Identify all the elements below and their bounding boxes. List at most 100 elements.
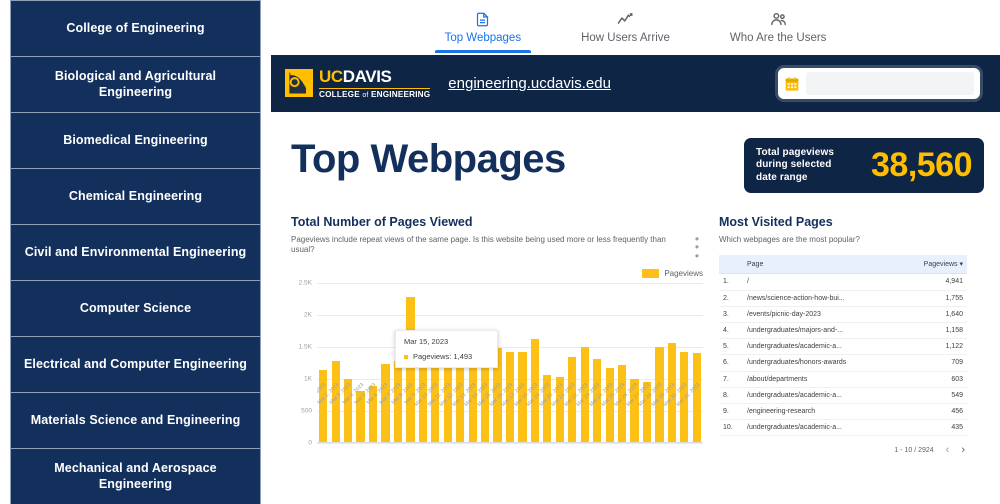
chart-options-menu-icon[interactable]: • • •: [691, 233, 703, 262]
sidebar-item-college-of-engineering[interactable]: College of Engineering: [10, 0, 261, 57]
date-range-picker[interactable]: [778, 68, 980, 99]
cell-rank: 7.: [719, 371, 743, 388]
sidebar-item-chemical-engineering[interactable]: Chemical Engineering: [10, 168, 261, 225]
table-row[interactable]: 9./engineering-research 456: [719, 403, 967, 421]
chart-x-axis-labels: Mar 1, 2023Mar 2, 2023Mar 3, 2023Mar 4, …: [317, 380, 703, 422]
cell-pageviews: 709: [909, 354, 967, 372]
cell-rank: 10.: [719, 419, 743, 437]
cell-rank: 3.: [719, 306, 743, 323]
table-row[interactable]: 1./4,941: [719, 273, 967, 291]
column-header-page[interactable]: Page: [743, 255, 909, 275]
document-icon: [475, 8, 490, 30]
cell-pageviews: 1,755: [909, 290, 967, 307]
pagination-prev-icon[interactable]: ‹: [946, 445, 950, 456]
sidebar-item-biological-and-agricultural-engineering[interactable]: Biological and Agricultural Engineering: [10, 56, 261, 113]
sidebar-item-mechanical-and-aerospace-engineering[interactable]: Mechanical and Aerospace Engineering: [10, 448, 261, 504]
sort-descending-icon: ▾: [959, 261, 963, 269]
cell-page[interactable]: /undergraduates/honors-awards: [743, 354, 909, 372]
chart-x-axis-line: [317, 442, 703, 444]
sidebar-item-civil-and-environmental-engineering[interactable]: Civil and Environmental Engineering: [10, 224, 261, 281]
sidebar-item-electrical-and-computer-engineering[interactable]: Electrical and Computer Engineering: [10, 336, 261, 393]
cell-page[interactable]: /about/departments: [743, 371, 909, 388]
logo-text-engineering: ENGINEERING: [370, 89, 431, 99]
sidebar-item-label: Mechanical and Aerospace Engineering: [54, 460, 217, 491]
cell-pageviews: 549: [909, 387, 967, 404]
y-axis-tick-label: 2K: [304, 311, 312, 319]
site-header-bar: UCDAVIS COLLEGE of ENGINEERING engineeri…: [271, 55, 1000, 112]
table-subtitle: Which webpages are the most popular?: [719, 235, 860, 244]
cell-pageviews: 1,158: [909, 322, 967, 340]
cell-pageviews: 603: [909, 371, 967, 388]
main-content: Top Webpages Total pageviews during sele…: [271, 112, 1000, 504]
tab-who-are-the-users[interactable]: Who Are the Users: [720, 6, 837, 44]
ucdavis-logo-mark: [285, 69, 313, 98]
chart-title: Total Number of Pages Viewed: [291, 215, 473, 229]
sidebar-item-materials-science-and-engineering[interactable]: Materials Science and Engineering: [10, 392, 261, 449]
date-range-field[interactable]: [806, 72, 974, 95]
sidebar-item-label: Biomedical Engineering: [63, 132, 208, 147]
top-tab-bar: Top Webpages How Users Arrive Who Are th…: [271, 0, 1000, 55]
cell-rank: 9.: [719, 403, 743, 421]
cell-page[interactable]: /undergraduates/academic-a...: [743, 387, 909, 404]
sidebar-item-biomedical-engineering[interactable]: Biomedical Engineering: [10, 112, 261, 169]
y-axis-tick-label: 1.5K: [298, 343, 312, 351]
gridline: [317, 443, 703, 445]
most-visited-pages-panel: Most Visited Pages Which webpages are th…: [719, 215, 967, 456]
cell-page[interactable]: /undergraduates/academic-a...: [743, 338, 909, 356]
tab-how-users-arrive[interactable]: How Users Arrive: [571, 6, 680, 44]
table-row[interactable]: 5./undergraduates/academic-a... 1,122: [719, 338, 967, 356]
column-header-pageviews[interactable]: Pageviews ▾: [909, 255, 967, 275]
cell-rank: 5.: [719, 338, 743, 356]
logo-text-of: of: [362, 91, 369, 99]
sidebar-item-label: Computer Science: [79, 300, 192, 315]
pagination-next-icon[interactable]: ›: [961, 445, 965, 456]
table-row[interactable]: 7./about/departments 603: [719, 371, 967, 388]
cell-pageviews: 1,640: [909, 306, 967, 323]
tab-top-webpages[interactable]: Top Webpages: [434, 6, 532, 53]
table-row[interactable]: 4./undergraduates/majors-and-... 1,158: [719, 322, 967, 340]
y-axis-tick-label: 0: [308, 439, 312, 447]
title-row: Top Webpages Total pageviews during sele…: [291, 120, 984, 193]
table-row[interactable]: 3./events/picnic-day-2023 1,640: [719, 306, 967, 323]
ucdavis-logo[interactable]: UCDAVIS COLLEGE of ENGINEERING: [285, 68, 431, 99]
people-icon: [769, 8, 788, 30]
chart-legend: Pageviews: [291, 269, 703, 279]
cell-page[interactable]: /undergraduates/majors-and-...: [743, 322, 909, 340]
cell-page[interactable]: /undergraduates/academic-a...: [743, 419, 909, 437]
sidebar-item-label: Electrical and Computer Engineering: [24, 356, 247, 371]
cell-page[interactable]: /: [743, 273, 909, 291]
chart-tooltip: Mar 15, 2023 Pageviews: 1,493: [395, 330, 498, 369]
sidebar-item-label: Materials Science and Engineering: [30, 412, 241, 427]
cell-page[interactable]: /news/science-action-how-bui...: [743, 290, 909, 307]
cell-rank: 1.: [719, 273, 743, 291]
sidebar-item-label: Biological and Agricultural Engineering: [54, 68, 217, 99]
chart-subtitle: Pageviews include repeat views of the sa…: [291, 235, 666, 255]
sidebar-item-label: Civil and Environmental Engineering: [24, 244, 247, 259]
tooltip-series-dot: [404, 354, 408, 359]
kpi-value: 38,560: [871, 146, 973, 184]
content-row: Total Number of Pages Viewed Pageviews i…: [291, 215, 984, 456]
pagination-range-text: 1 - 10 / 2924: [894, 447, 934, 455]
calendar-icon: [785, 76, 799, 91]
table-row[interactable]: 2./news/science-action-how-bui... 1,755: [719, 290, 967, 307]
page-title: Top Webpages: [291, 137, 566, 181]
cell-page[interactable]: /engineering-research: [743, 403, 909, 421]
pageviews-chart-panel: Total Number of Pages Viewed Pageviews i…: [291, 215, 703, 456]
table-row[interactable]: 8./undergraduates/academic-a... 549: [719, 387, 967, 404]
kpi-label: Total pageviews during selected date ran…: [756, 147, 835, 183]
sidebar-item-computer-science[interactable]: Computer Science: [10, 280, 261, 337]
logo-text-college: COLLEGE: [319, 89, 360, 99]
column-header-rank[interactable]: [719, 255, 743, 275]
site-url-link[interactable]: engineering.ucdavis.edu: [448, 75, 611, 92]
table-row[interactable]: 10./undergraduates/academic-a... 435: [719, 419, 967, 437]
sidebar-item-label: College of Engineering: [66, 20, 205, 35]
cell-page[interactable]: /events/picnic-day-2023: [743, 306, 909, 323]
cell-pageviews: 4,941: [909, 273, 967, 291]
most-visited-pages-table: Page Pageviews ▾ 1./4,941 2./news/science…: [719, 255, 967, 437]
cell-rank: 4.: [719, 322, 743, 340]
column-header-pageviews-label: Pageviews: [923, 261, 958, 269]
tab-label: How Users Arrive: [581, 32, 670, 44]
x-axis-label-cell: Mar 31, 2023: [675, 380, 703, 422]
cell-pageviews: 435: [909, 419, 967, 437]
table-row[interactable]: 6./undergraduates/honors-awards 709: [719, 354, 967, 372]
